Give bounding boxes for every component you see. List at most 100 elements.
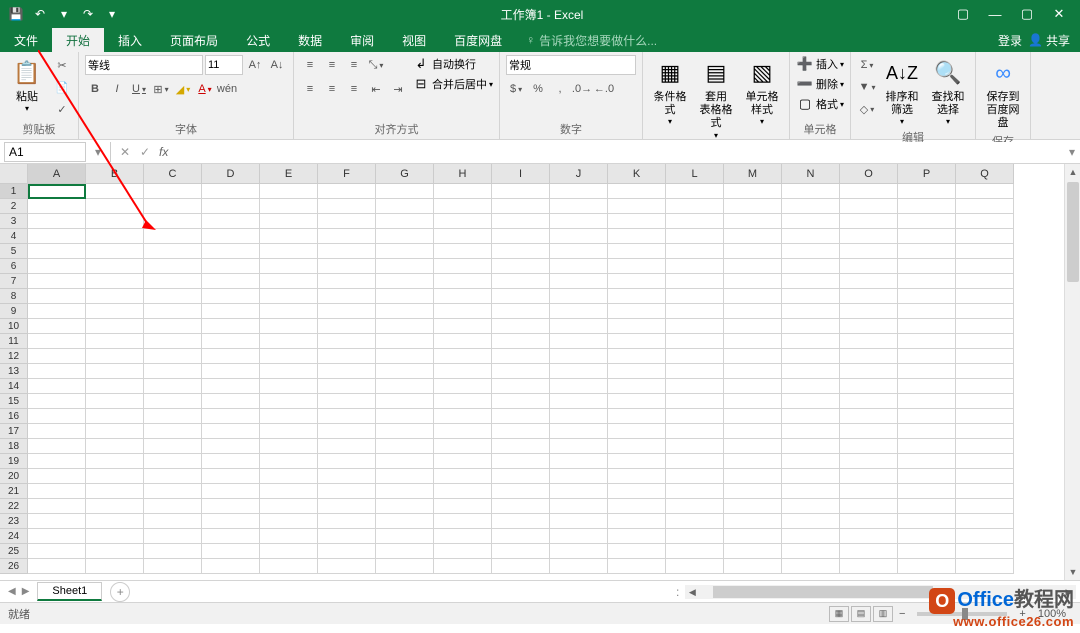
cell[interactable]: [666, 484, 724, 499]
cell[interactable]: [86, 454, 144, 469]
increase-indent-icon[interactable]: ⇥: [388, 79, 408, 99]
cell[interactable]: [86, 199, 144, 214]
cell[interactable]: [956, 244, 1014, 259]
cell[interactable]: [492, 184, 550, 199]
align-right-icon[interactable]: ≡: [344, 79, 364, 99]
cell[interactable]: [28, 559, 86, 574]
cell[interactable]: [318, 544, 376, 559]
border-icon[interactable]: ⊞: [151, 79, 171, 99]
cell[interactable]: [376, 559, 434, 574]
row-header[interactable]: 18: [0, 439, 28, 454]
cell[interactable]: [202, 454, 260, 469]
cell[interactable]: [840, 184, 898, 199]
fill-icon[interactable]: ▼: [857, 77, 877, 97]
cell[interactable]: [782, 244, 840, 259]
cell[interactable]: [492, 274, 550, 289]
cell[interactable]: [492, 334, 550, 349]
row-header[interactable]: 22: [0, 499, 28, 514]
cell[interactable]: [898, 409, 956, 424]
cell-styles-button[interactable]: ▧ 单元格样式▾: [741, 55, 783, 127]
cell[interactable]: [434, 214, 492, 229]
cell[interactable]: [202, 319, 260, 334]
cell[interactable]: [86, 499, 144, 514]
cell[interactable]: [28, 439, 86, 454]
cell[interactable]: [550, 379, 608, 394]
cell[interactable]: [260, 289, 318, 304]
maximize-icon[interactable]: ▢: [1020, 7, 1034, 21]
cell[interactable]: [202, 364, 260, 379]
cell[interactable]: [144, 529, 202, 544]
cell[interactable]: [434, 319, 492, 334]
tab-page-layout[interactable]: 页面布局: [156, 28, 232, 52]
cell[interactable]: [898, 244, 956, 259]
cell[interactable]: [782, 304, 840, 319]
cell[interactable]: [260, 349, 318, 364]
cell[interactable]: [492, 259, 550, 274]
cell[interactable]: [840, 469, 898, 484]
cell[interactable]: [782, 319, 840, 334]
cell[interactable]: [956, 529, 1014, 544]
cell[interactable]: [492, 244, 550, 259]
tell-me-search[interactable]: ♀告诉我您想要做什么...: [526, 28, 657, 52]
share-button[interactable]: 👤共享: [1028, 32, 1070, 49]
cell[interactable]: [260, 499, 318, 514]
cell[interactable]: [260, 319, 318, 334]
cell[interactable]: [608, 499, 666, 514]
cell[interactable]: [724, 364, 782, 379]
row-header[interactable]: 19: [0, 454, 28, 469]
cell[interactable]: [608, 289, 666, 304]
cell[interactable]: [898, 319, 956, 334]
cell[interactable]: [202, 349, 260, 364]
tab-baidu-netdisk[interactable]: 百度网盘: [440, 28, 516, 52]
qat-more-icon[interactable]: ▾: [104, 6, 120, 22]
normal-view-icon[interactable]: ▦: [829, 606, 849, 622]
cell[interactable]: [376, 319, 434, 334]
column-header[interactable]: Q: [956, 164, 1014, 184]
cell[interactable]: [666, 529, 724, 544]
zoom-out-icon[interactable]: −: [895, 608, 909, 620]
cell[interactable]: [782, 544, 840, 559]
row-header[interactable]: 1: [0, 184, 28, 199]
cell[interactable]: [840, 394, 898, 409]
cell[interactable]: [840, 409, 898, 424]
fx-icon[interactable]: fx: [155, 145, 172, 159]
cell[interactable]: [666, 319, 724, 334]
cell[interactable]: [376, 214, 434, 229]
cell[interactable]: [956, 274, 1014, 289]
customize-icon[interactable]: ▾: [56, 6, 72, 22]
cell[interactable]: [318, 439, 376, 454]
cell[interactable]: [550, 544, 608, 559]
cell[interactable]: [666, 244, 724, 259]
cell[interactable]: [434, 409, 492, 424]
cell[interactable]: [318, 304, 376, 319]
cell[interactable]: [840, 274, 898, 289]
format-cells-button[interactable]: ▢格式▾: [796, 95, 844, 113]
cell[interactable]: [724, 544, 782, 559]
cell[interactable]: [202, 424, 260, 439]
cell[interactable]: [666, 409, 724, 424]
sheet-nav-next-icon[interactable]: ▶: [22, 586, 30, 597]
cell[interactable]: [86, 424, 144, 439]
cell[interactable]: [260, 274, 318, 289]
cell[interactable]: [144, 559, 202, 574]
cell[interactable]: [434, 424, 492, 439]
cell[interactable]: [144, 424, 202, 439]
cell[interactable]: [28, 259, 86, 274]
cell[interactable]: [376, 394, 434, 409]
cell[interactable]: [86, 349, 144, 364]
tab-review[interactable]: 审阅: [336, 28, 388, 52]
cell[interactable]: [840, 499, 898, 514]
cell[interactable]: [86, 394, 144, 409]
cell[interactable]: [202, 229, 260, 244]
cell[interactable]: [260, 244, 318, 259]
cells-area[interactable]: [28, 184, 1064, 574]
bold-button[interactable]: B: [85, 79, 105, 99]
cell[interactable]: [550, 199, 608, 214]
cell[interactable]: [144, 319, 202, 334]
cell[interactable]: [86, 529, 144, 544]
cell[interactable]: [608, 484, 666, 499]
cell[interactable]: [724, 304, 782, 319]
cell[interactable]: [782, 529, 840, 544]
cell[interactable]: [260, 379, 318, 394]
cell[interactable]: [608, 334, 666, 349]
